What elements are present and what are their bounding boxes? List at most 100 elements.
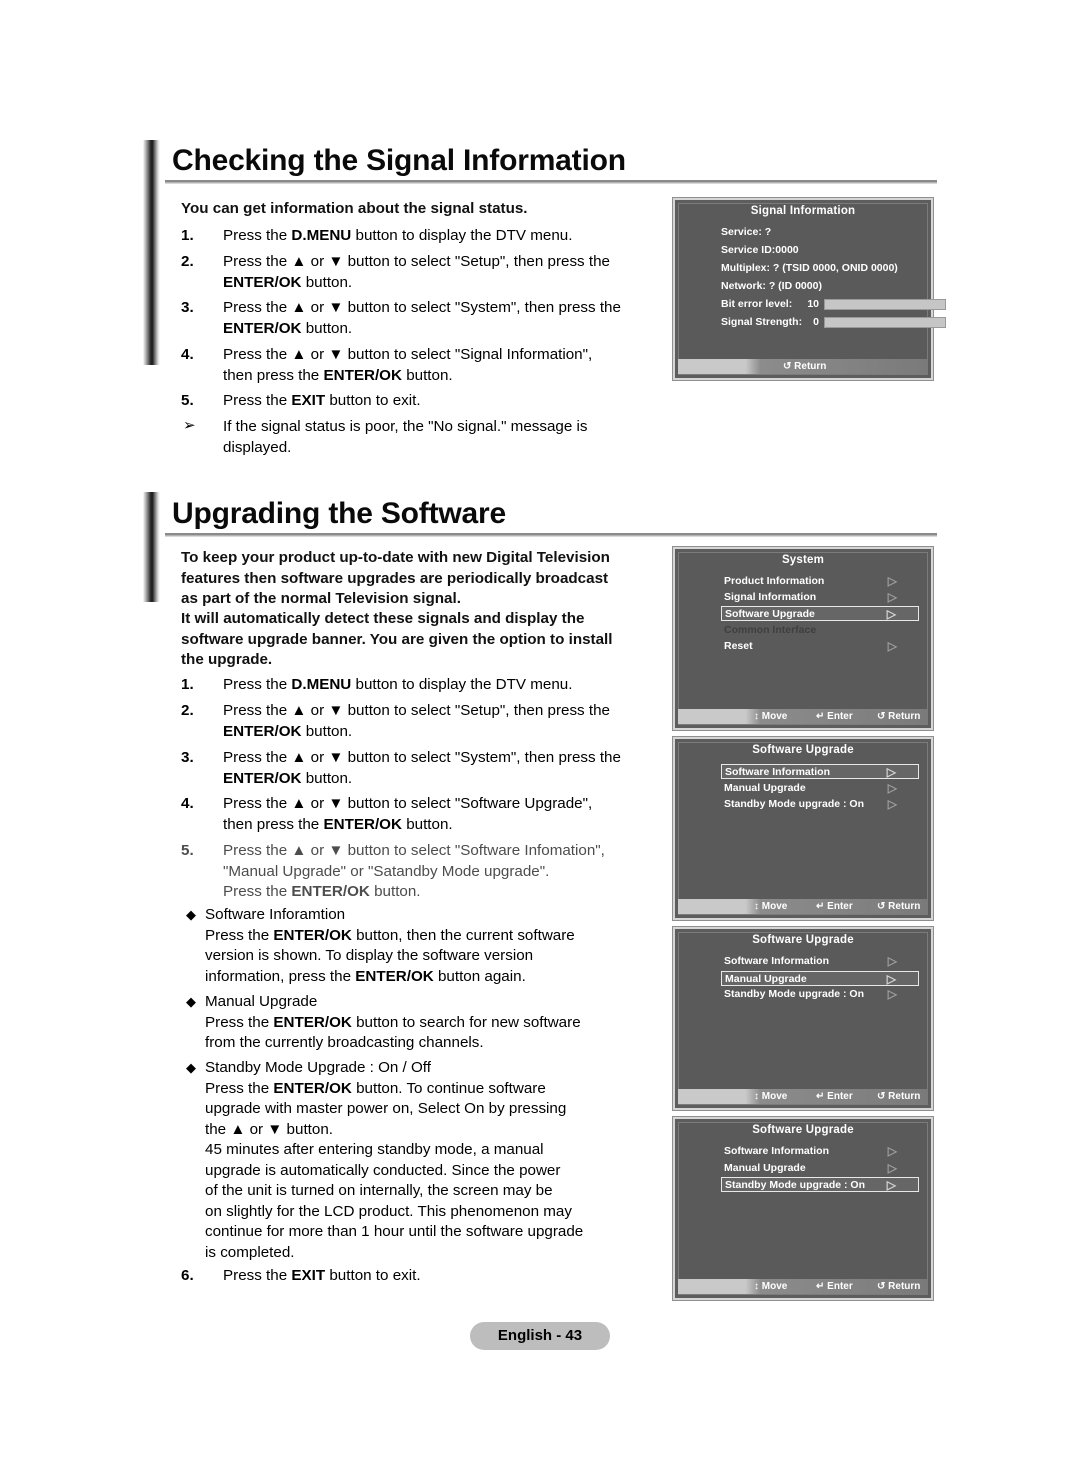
heading-divider-1 [165, 180, 937, 184]
osd-footer-bar: ↕ Move ↵ Enter ↺ Return [678, 899, 928, 914]
section-accent-bar-2 [143, 492, 160, 602]
footer-enter[interactable]: ↵ Enter [816, 1089, 853, 1104]
step-text: Press the ▲ or ▼ button to select "Signa… [223, 346, 593, 384]
menu-item-label: Software Upgrade [725, 608, 815, 620]
step-number: 5. [181, 842, 194, 859]
footer-label: Enter [827, 711, 853, 722]
osd-menu-item-software-information[interactable]: Software Information ▷ [721, 1144, 919, 1159]
footer-enter[interactable]: ↵ Enter [816, 709, 853, 724]
footer-enter[interactable]: ↵ Enter [816, 899, 853, 914]
return-icon: ↺ [877, 1091, 886, 1102]
step-number: 1. [181, 676, 194, 693]
footer-move[interactable]: ↕ Move [754, 709, 787, 724]
diamond-icon: ◆ [186, 907, 196, 922]
step-text: Press the ▲ or ▼ button to select "Setup… [223, 253, 610, 291]
chevron-right-icon: ▷ [887, 954, 897, 968]
osd-footer-bar: ↕ Move ↵ Enter ↺ Return [678, 1089, 928, 1104]
osd-menu-item-software-information[interactable]: Software Information ▷ [721, 764, 919, 779]
chevron-right-icon: ▷ [887, 797, 897, 811]
footer-move[interactable]: ↕ Move [754, 1089, 787, 1104]
osd-menu-item-signal-information[interactable]: Signal Information ▷ [721, 590, 919, 605]
osd-menu-item-standby-mode-upgrade[interactable]: Standby Mode upgrade : On ▷ [721, 987, 919, 1002]
osd-title: Software Upgrade [752, 934, 854, 946]
footer-enter[interactable]: ↵ Enter [816, 1279, 853, 1294]
osd-title: System [781, 554, 825, 566]
osd-software-upgrade-1: Software Upgrade Software Information ▷ … [673, 737, 933, 920]
osd-software-upgrade-2: Software Upgrade Software Information ▷ … [673, 927, 933, 1110]
note-text: If the signal status is poor, the "No si… [223, 418, 588, 456]
diamond-icon: ◆ [186, 1060, 196, 1075]
note-item: ➢ If the signal status is poor, the "No … [181, 417, 651, 458]
step-text: Press the D.MENU button to display the D… [223, 676, 573, 693]
osd-menu-item-standby-mode-upgrade[interactable]: Standby Mode upgrade : On ▷ [721, 797, 919, 812]
menu-item-label: Standby Mode upgrade : On [725, 1179, 866, 1191]
footer-label: Return [888, 901, 921, 912]
meter-bar [824, 298, 946, 310]
step-item-final: 6. Press the EXIT button to exit. [181, 1266, 651, 1287]
enter-icon: ↵ [816, 901, 825, 912]
step-item: 2. Press the ▲ or ▼ button to select "Se… [181, 252, 651, 293]
step-number: 3. [181, 299, 194, 316]
bullet-title: Software Inforamtion [205, 906, 346, 923]
footer-return[interactable]: ↺ Return [783, 359, 826, 374]
osd-menu-item-manual-upgrade[interactable]: Manual Upgrade ▷ [721, 971, 919, 986]
step-item: 4. Press the ▲ or ▼ button to select "So… [181, 794, 651, 835]
bullet-body: Press the ENTER/OK button to search for … [205, 1013, 581, 1052]
menu-item-label: Manual Upgrade [724, 1162, 806, 1174]
section-accent-bar-1 [143, 140, 160, 365]
step-number: 4. [181, 346, 194, 363]
page-title-upgrading-software: Upgrading the Software [172, 497, 506, 530]
page-number-badge: English - 43 [470, 1322, 610, 1350]
chevron-right-icon: ▷ [887, 1144, 897, 1158]
enter-icon: ↵ [816, 1091, 825, 1102]
step-number: 6. [181, 1267, 194, 1284]
footer-label: Move [761, 1091, 788, 1102]
osd-menu-item-product-information[interactable]: Product Information ▷ [721, 574, 919, 589]
bullet-item-software-information: ◆ Software Inforamtion Press the ENTER/O… [186, 905, 656, 987]
osd-text-line: Service: ? [721, 226, 772, 238]
footer-label: Move [761, 1281, 788, 1292]
chevron-right-icon: ▷ [887, 1161, 897, 1175]
footer-return[interactable]: ↺ Return [877, 899, 920, 914]
meter-label: Signal Strength: [721, 316, 803, 328]
step-text: Press the ▲ or ▼ button to select "Softw… [223, 795, 593, 833]
osd-menu-item-manual-upgrade[interactable]: Manual Upgrade ▷ [721, 781, 919, 796]
osd-title: Software Upgrade [752, 744, 854, 756]
osd-text-line: Network: ? (ID 0000) [721, 280, 822, 292]
footer-return[interactable]: ↺ Return [877, 1089, 920, 1104]
footer-label: Move [761, 901, 788, 912]
note-marker: ➢ [183, 417, 196, 434]
chevron-right-icon: ▷ [886, 607, 896, 621]
intro-upgrading-2: It will automatically detect these signa… [181, 610, 613, 668]
osd-menu-item-software-information[interactable]: Software Information ▷ [721, 954, 919, 969]
bullet-item-manual-upgrade: ◆ Manual Upgrade Press the ENTER/OK butt… [186, 992, 656, 1054]
osd-menu-item-software-upgrade[interactable]: Software Upgrade ▷ [721, 606, 919, 621]
meter-label: Bit error level: [721, 298, 793, 310]
chevron-right-icon: ▷ [887, 574, 897, 588]
footer-return[interactable]: ↺ Return [877, 1279, 920, 1294]
osd-software-upgrade-3: Software Upgrade Software Information ▷ … [673, 1117, 933, 1300]
step-item: 1. Press the D.MENU button to display th… [181, 675, 651, 696]
intro-upgrading-1: To keep your product up-to-date with new… [181, 549, 610, 607]
osd-menu-item-reset[interactable]: Reset ▷ [721, 639, 919, 654]
menu-item-label: Signal Information [724, 591, 817, 603]
move-icon: ↕ [754, 1091, 759, 1102]
diamond-icon: ◆ [186, 994, 196, 1009]
menu-item-label: Software Information [724, 955, 830, 967]
step-text: Press the EXIT button to exit. [223, 392, 421, 409]
footer-move[interactable]: ↕ Move [754, 1279, 787, 1294]
osd-footer-bar: ↺ Return [678, 359, 928, 374]
step-text: Press the ▲ or ▼ button to select "Syste… [223, 299, 621, 337]
footer-return[interactable]: ↺ Return [877, 709, 920, 724]
step-number: 1. [181, 227, 194, 244]
chevron-right-icon: ▷ [887, 987, 897, 1001]
return-icon: ↺ [877, 711, 886, 722]
step-item: 5. Press the EXIT button to exit. [181, 391, 651, 412]
footer-move[interactable]: ↕ Move [754, 899, 787, 914]
step-item: 3. Press the ▲ or ▼ button to select "Sy… [181, 298, 661, 339]
osd-menu-item-manual-upgrade[interactable]: Manual Upgrade ▷ [721, 1161, 919, 1176]
osd-menu-item-standby-mode-upgrade[interactable]: Standby Mode upgrade : On ▷ [721, 1177, 919, 1192]
bullet-body: Press the ENTER/OK button. To continue s… [205, 1079, 584, 1261]
bullet-body: Press the ENTER/OK button, then the curr… [205, 926, 575, 985]
footer-label: Return [888, 711, 921, 722]
